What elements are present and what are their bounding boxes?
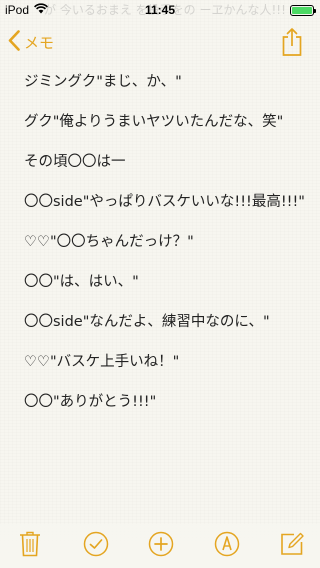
battery-level xyxy=(292,6,312,14)
note-paragraph: 〇〇"ありがとう!!!" xyxy=(24,394,157,410)
note-paragraph: ジミングク"まじ、か、" xyxy=(24,74,182,90)
compose-icon xyxy=(279,531,305,561)
add-attachment-button[interactable] xyxy=(147,531,175,561)
wifi-icon xyxy=(34,3,48,17)
compose-button[interactable] xyxy=(278,532,306,560)
note-paragraph: ♡♡"〇〇ちゃんだっけ？" xyxy=(24,234,194,250)
chevron-left-icon xyxy=(8,29,20,55)
note-paragraph: グク"俺よりうまいヤツいたんだな、笑" xyxy=(24,114,284,130)
share-button[interactable] xyxy=(280,27,304,57)
navigation-bar: メモ xyxy=(0,20,320,64)
checklist-icon xyxy=(83,531,109,561)
delete-button[interactable] xyxy=(16,531,44,561)
note-body[interactable]: ジミングク"まじ、か、" グク"俺よりうまいヤツいたんだな、笑" その頃〇〇は一… xyxy=(24,70,308,430)
bottom-toolbar xyxy=(0,524,320,568)
status-bar: iPod 11:45 xyxy=(0,0,320,20)
back-button[interactable]: メモ xyxy=(8,29,54,55)
trash-icon xyxy=(19,531,41,561)
note-paragraph: 〇〇"は、はい、" xyxy=(24,274,139,290)
battery-icon xyxy=(290,4,316,16)
note-paragraph: ♡♡"バスケ上手いね！" xyxy=(24,354,180,370)
note-paragraph: 〇〇side"やっぱりバスケいいな!!!最高!!!" xyxy=(24,194,305,210)
note-paragraph: その頃〇〇は一 xyxy=(24,154,126,170)
share-icon xyxy=(280,28,304,61)
markup-icon xyxy=(214,531,240,561)
back-button-label: メモ xyxy=(24,33,55,52)
markup-button[interactable] xyxy=(213,531,241,561)
carrier-label: iPod xyxy=(5,3,30,17)
note-paragraph: 〇〇side"なんだよ、練習中なのに、" xyxy=(24,314,270,330)
checklist-button[interactable] xyxy=(82,531,110,561)
add-icon xyxy=(148,531,174,561)
